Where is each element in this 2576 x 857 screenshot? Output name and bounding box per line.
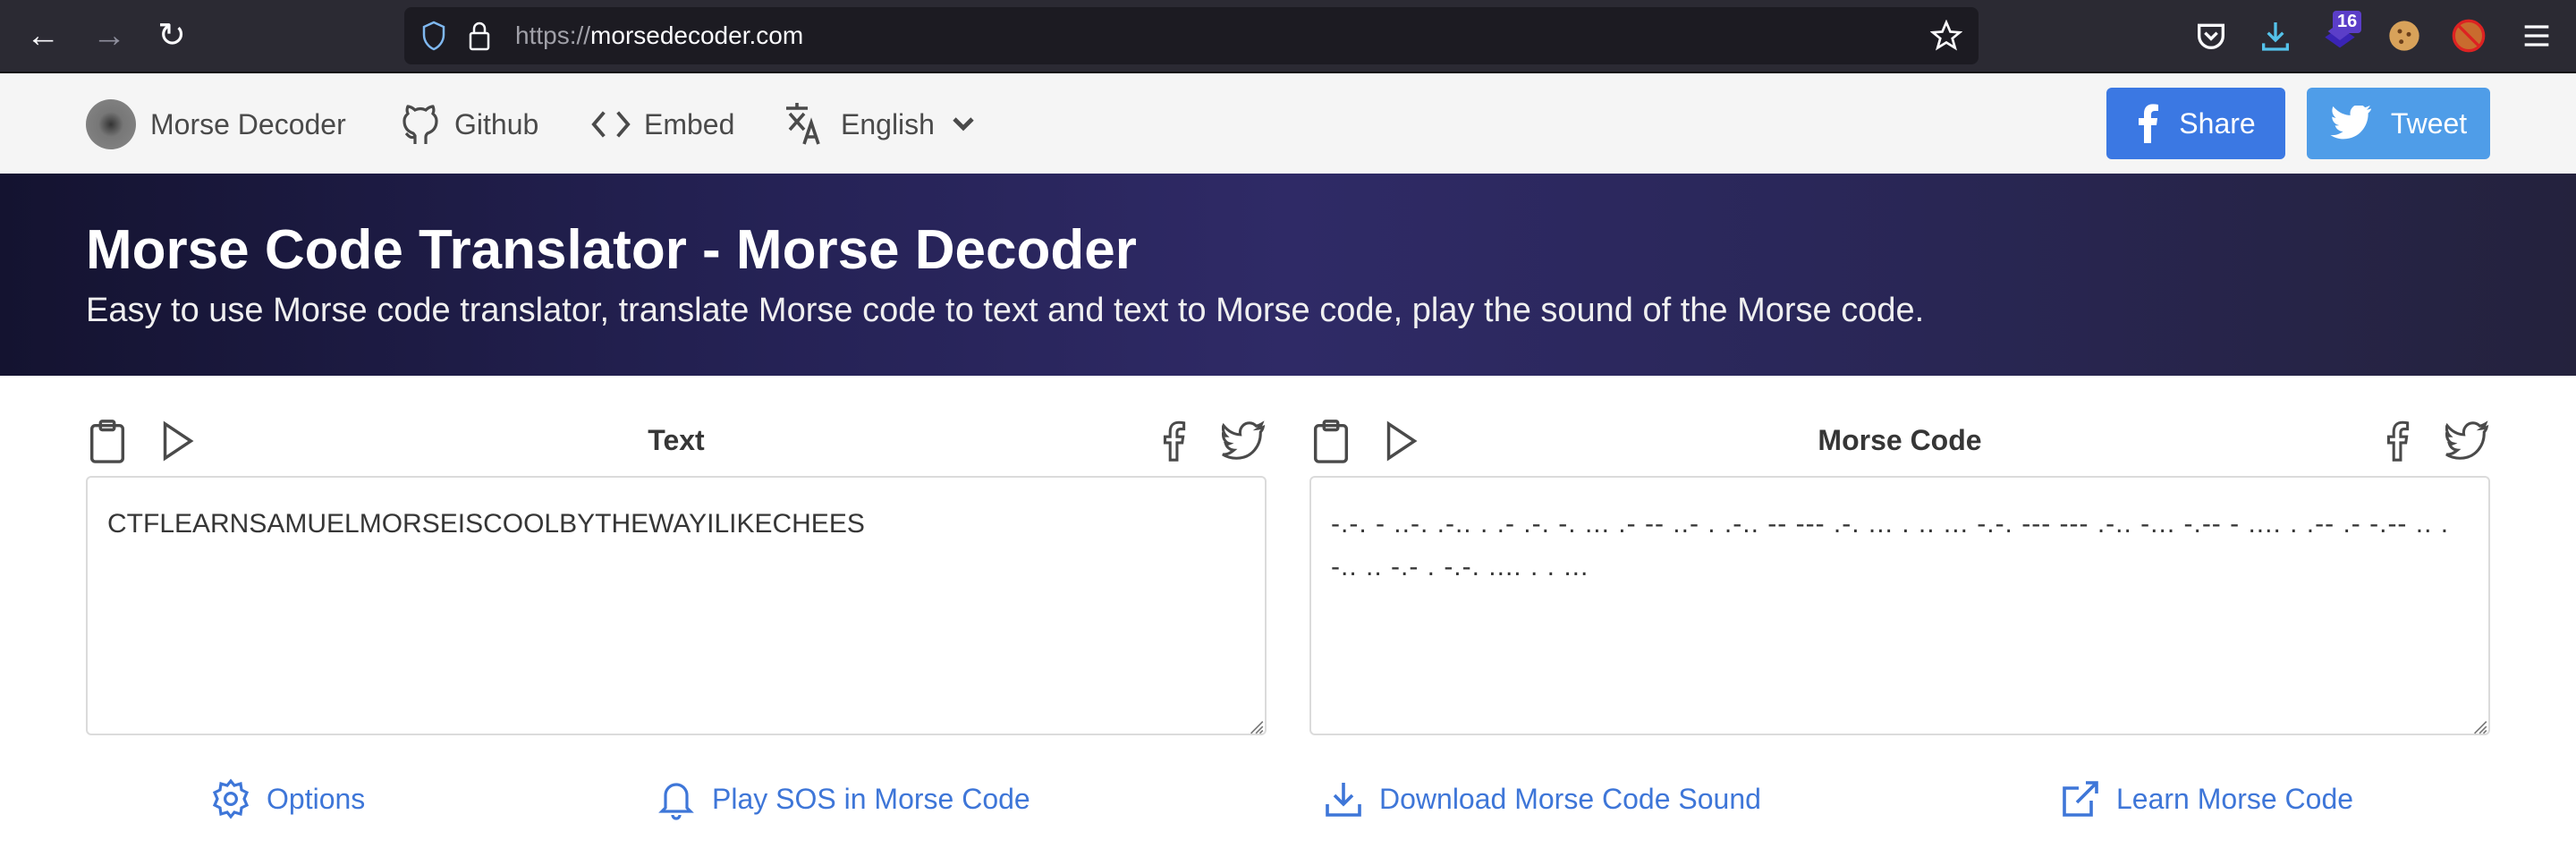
- shield-icon[interactable]: [420, 20, 447, 52]
- resize-handle-icon[interactable]: [1245, 716, 1265, 735]
- text-panel-title: Text: [648, 424, 705, 456]
- twitter-share-icon[interactable]: [2445, 419, 2490, 463]
- tweet-button[interactable]: Tweet: [2307, 88, 2490, 159]
- hero-banner: Morse Code Translator - Morse Decoder Ea…: [0, 174, 2576, 376]
- browser-toolbar: ← → ↻ https://morsedecoder.com 16: [0, 0, 2576, 73]
- facebook-icon: [2139, 104, 2159, 143]
- back-icon[interactable]: ←: [23, 16, 63, 55]
- facebook-share-icon[interactable]: [2379, 419, 2419, 463]
- text-input[interactable]: CTFLEARNSAMUELMORSEISCOOLBYTHEWAYILIKECH…: [86, 476, 1267, 735]
- facebook-share-button[interactable]: Share: [2106, 88, 2285, 159]
- page-title: Morse Code Translator - Morse Decoder: [86, 219, 1137, 281]
- bookmark-star-icon[interactable]: [1930, 20, 1962, 52]
- play-sos-link[interactable]: Play SOS in Morse Code: [655, 775, 1030, 823]
- code-icon: [591, 111, 631, 138]
- forward-icon[interactable]: →: [89, 16, 129, 55]
- menu-icon[interactable]: [2519, 18, 2555, 54]
- url-text[interactable]: https://morsedecoder.com: [515, 21, 803, 50]
- learn-morse-link[interactable]: Learn Morse Code: [2059, 775, 2353, 823]
- github-icon: [402, 105, 438, 144]
- options-link[interactable]: Options: [209, 775, 365, 823]
- site-navbar: Morse Decoder Github Embed English Share…: [0, 75, 2576, 174]
- lock-icon[interactable]: [467, 20, 492, 52]
- text-panel: Text CTFLEARNSAMUELMORSEISCOOLBYTHEWAYIL…: [86, 413, 1267, 735]
- brand-link[interactable]: Morse Decoder: [86, 99, 346, 149]
- cookie-icon[interactable]: [2386, 18, 2422, 54]
- gear-icon: [212, 778, 250, 819]
- translate-icon: [786, 103, 820, 145]
- chevron-down-icon: [953, 117, 974, 132]
- blocked-extension-icon[interactable]: [2451, 18, 2487, 54]
- bell-icon: [658, 783, 694, 820]
- twitter-share-icon[interactable]: [1222, 419, 1267, 463]
- download-icon: [1326, 783, 1361, 817]
- address-bar[interactable]: https://morsedecoder.com: [404, 7, 1979, 64]
- twitter-icon: [2330, 106, 2371, 140]
- reload-icon[interactable]: ↻: [152, 16, 191, 55]
- github-link[interactable]: Github: [399, 102, 538, 147]
- embed-link[interactable]: Embed: [590, 102, 734, 147]
- page-subtitle: Easy to use Morse code translator, trans…: [86, 292, 1925, 329]
- language-selector[interactable]: English: [782, 102, 976, 147]
- morse-input[interactable]: -.-. - ..-. .-.. . .- .-. -. ... .- -- .…: [1309, 476, 2490, 735]
- morse-panel-title: Morse Code: [1818, 424, 1982, 456]
- external-link-icon: [2063, 781, 2098, 817]
- download-sound-link[interactable]: Download Morse Code Sound: [1322, 775, 1761, 823]
- resize-handle-icon[interactable]: [2469, 716, 2488, 735]
- logo-icon: [86, 99, 136, 149]
- morse-panel: Morse Code -.-. - ..-. .-.. . .- .-. -. …: [1309, 413, 2490, 735]
- pocket-icon[interactable]: [2193, 18, 2229, 54]
- facebook-share-icon[interactable]: [1156, 419, 1195, 463]
- extension-badge: 16: [2333, 11, 2362, 33]
- downloads-icon[interactable]: [2258, 18, 2293, 54]
